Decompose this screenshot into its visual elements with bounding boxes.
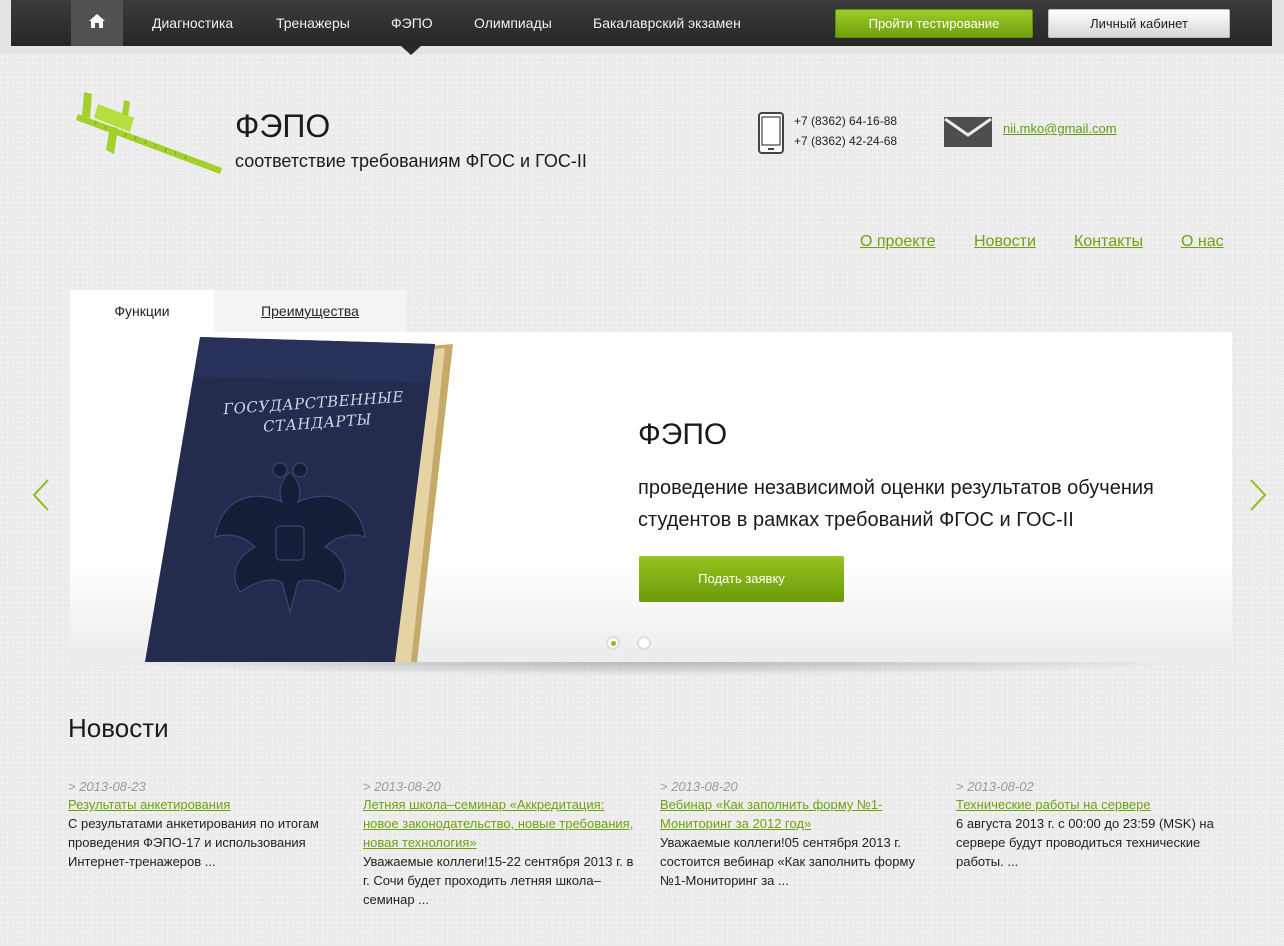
nav-item-olympiads[interactable]: Олимпиады bbox=[474, 0, 552, 46]
site-subtitle: соответствие требованиям ФГОС и ГОС-II bbox=[235, 151, 587, 171]
news-excerpt: Уважаемые коллеги!05 сентября 2013 г. со… bbox=[660, 835, 916, 888]
news-date: > 2013-08-23 bbox=[68, 779, 146, 794]
nav-item-diagnostics[interactable]: Диагностика bbox=[152, 0, 233, 46]
take-test-button[interactable]: Пройти тестирование bbox=[835, 9, 1033, 38]
news-heading: Новости bbox=[68, 713, 169, 743]
book-image: ГОСУДАРСТВЕННЫЕ СТАНДАРТЫ bbox=[145, 332, 465, 662]
mail-icon bbox=[944, 117, 992, 152]
slider-dot[interactable] bbox=[637, 636, 651, 650]
phone-number-1: +7 (8362) 64-16-88 bbox=[794, 114, 898, 128]
tab-functions[interactable]: Функции bbox=[70, 290, 214, 332]
nav-item-fepo[interactable]: ФЭПО bbox=[391, 0, 433, 46]
news-excerpt: 6 августа 2013 г. с 00:00 до 23:59 (MSK)… bbox=[956, 816, 1214, 869]
active-nav-pointer bbox=[401, 46, 421, 55]
phone-number-2: +7 (8362) 42-24-68 bbox=[794, 134, 898, 148]
news-item: > 2013-08-20 Летняя школа–семинар «Аккре… bbox=[363, 778, 638, 909]
apply-button[interactable]: Подать заявку bbox=[639, 556, 844, 602]
link-news[interactable]: Новости bbox=[974, 233, 1036, 251]
slide-title: ФЭПО bbox=[638, 418, 728, 451]
slider-dot-active[interactable] bbox=[606, 636, 620, 650]
news-item: > 2013-08-02 Технические работы на серве… bbox=[956, 778, 1231, 871]
news-date: > 2013-08-20 bbox=[660, 779, 738, 794]
link-about-us[interactable]: О нас bbox=[1181, 233, 1224, 251]
top-navigation-bar: Диагностика Тренажеры ФЭПО Олимпиады Бак… bbox=[0, 0, 1284, 55]
home-button[interactable] bbox=[71, 0, 123, 46]
news-title-link[interactable]: Результаты анкетирования bbox=[68, 795, 343, 814]
nav-item-bachelor-exam[interactable]: Бакалаврский экзамен bbox=[593, 0, 741, 46]
personal-cabinet-button[interactable]: Личный кабинет bbox=[1048, 9, 1230, 38]
email-link[interactable]: nii.mko@gmail.com bbox=[1003, 121, 1117, 136]
news-excerpt: С результатами анкетирования по итогам п… bbox=[68, 816, 319, 869]
news-title-link[interactable]: Технические работы на сервере bbox=[956, 795, 1231, 814]
home-icon bbox=[88, 13, 106, 34]
nav-item-trainers[interactable]: Тренажеры bbox=[276, 0, 350, 46]
site-title: ФЭПО bbox=[235, 108, 331, 144]
tab-advantages[interactable]: Преимущества bbox=[214, 290, 406, 332]
slider-prev-arrow-icon[interactable] bbox=[31, 478, 51, 517]
news-title-link[interactable]: Вебинар «Как заполнить форму №1-Монитори… bbox=[660, 795, 935, 833]
phone-icon bbox=[758, 112, 784, 159]
link-contacts[interactable]: Контакты bbox=[1074, 233, 1143, 251]
news-date: > 2013-08-02 bbox=[956, 779, 1034, 794]
slider-next-arrow-icon[interactable] bbox=[1248, 478, 1268, 517]
caliper-logo[interactable] bbox=[76, 90, 226, 187]
link-about-project[interactable]: О проекте bbox=[860, 233, 935, 251]
slide-text: проведение независимой оценки результато… bbox=[638, 477, 1154, 531]
slider: ГОСУДАРСТВЕННЫЕ СТАНДАРТЫ ФЭПО проведени… bbox=[70, 332, 1232, 662]
top-navigation-inner: Диагностика Тренажеры ФЭПО Олимпиады Бак… bbox=[11, 0, 1272, 46]
news-item: > 2013-08-23 Результаты анкетирования С … bbox=[68, 778, 343, 871]
news-excerpt: Уважаемые коллеги!15-22 сентября 2013 г.… bbox=[363, 854, 634, 907]
news-item: > 2013-08-20 Вебинар «Как заполнить форм… bbox=[660, 778, 935, 890]
slider-shadow bbox=[80, 660, 1222, 676]
news-date: > 2013-08-20 bbox=[363, 779, 441, 794]
news-title-link[interactable]: Летняя школа–семинар «Аккредитация: ново… bbox=[363, 795, 638, 852]
